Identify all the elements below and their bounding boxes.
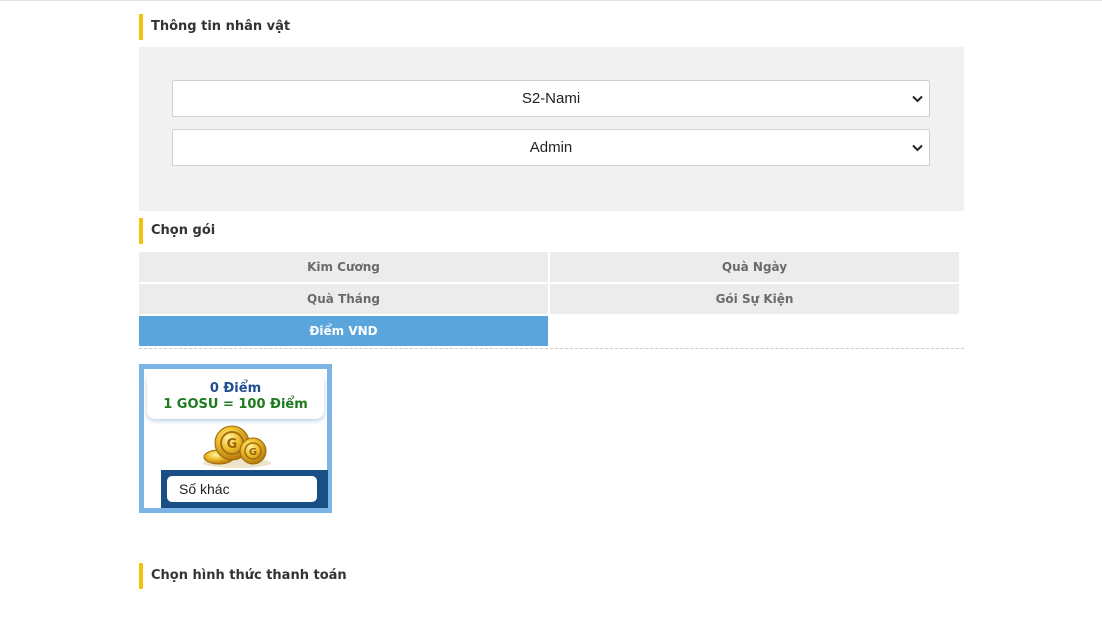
package-points: 0 Điểm	[209, 381, 262, 396]
chevron-down-icon	[911, 130, 923, 165]
top-divider	[0, 0, 1102, 3]
character-info-heading: Thông tin nhân vật	[139, 14, 290, 40]
tab-diem-vnd[interactable]: Điểm VND	[139, 316, 548, 346]
package-tabs: Kim Cương Quà Ngày Quà Tháng Gói Sự Kiện…	[139, 252, 964, 349]
package-card-body: 0 Điểm 1 GOSU = 100 Điểm G G Số khác	[144, 369, 328, 508]
character-select[interactable]: Admin	[172, 129, 930, 166]
svg-text:G: G	[227, 437, 238, 452]
svg-text:G: G	[249, 447, 257, 458]
exchange-rate: 1 GOSU = 100 Điểm	[163, 397, 308, 412]
package-card-footer: Số khác	[161, 470, 328, 508]
character-info-panel: S2-Nami Admin	[139, 47, 964, 211]
package-info-bubble: 0 Điểm 1 GOSU = 100 Điểm	[147, 373, 324, 419]
tab-qua-ngay[interactable]: Quà Ngày	[550, 252, 959, 282]
other-amount-input[interactable]: Số khác	[167, 476, 317, 502]
gold-coins-icon: G G	[199, 421, 275, 469]
server-select[interactable]: S2-Nami	[172, 80, 930, 117]
tab-goi-su-kien[interactable]: Gói Sự Kiện	[550, 284, 959, 314]
tab-qua-thang[interactable]: Quà Tháng	[139, 284, 548, 314]
tab-kim-cuong[interactable]: Kim Cương	[139, 252, 548, 282]
server-select-value: S2-Nami	[521, 90, 581, 107]
payment-method-heading: Chọn hình thức thanh toán	[139, 563, 347, 589]
package-heading: Chọn gói	[139, 218, 215, 244]
points-package-card[interactable]: 0 Điểm 1 GOSU = 100 Điểm G G Số khác	[139, 364, 332, 513]
character-select-value: Admin	[529, 139, 573, 156]
chevron-down-icon	[911, 81, 923, 116]
